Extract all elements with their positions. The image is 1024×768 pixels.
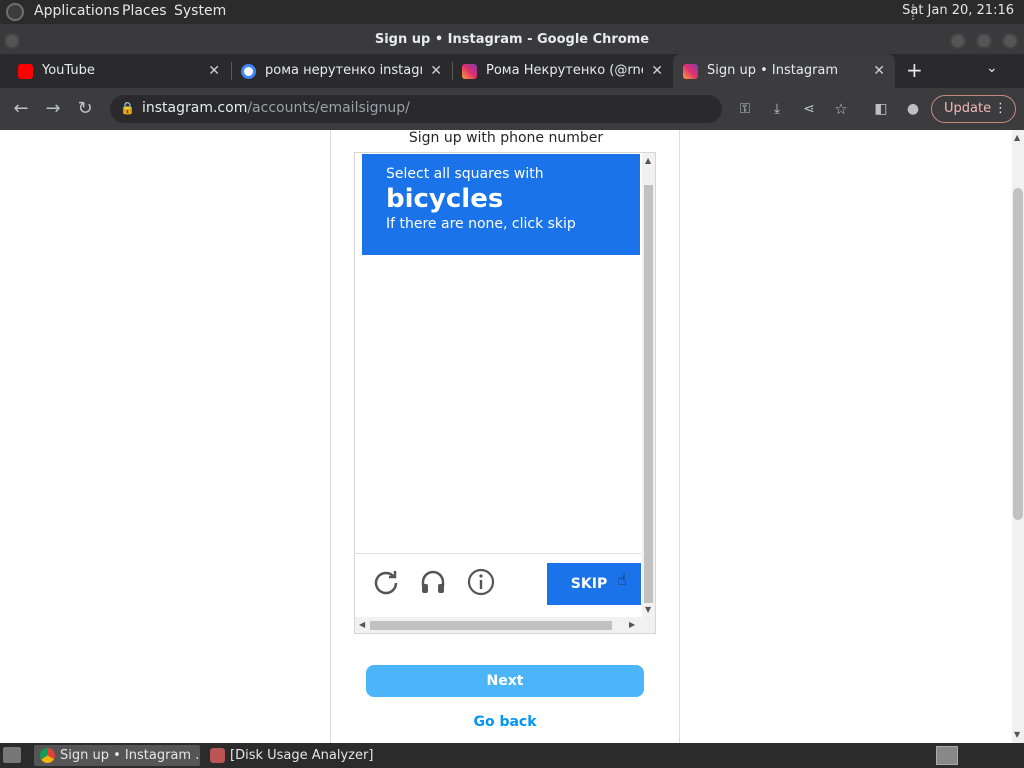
- page-viewport: Sign up with phone number Select all squ…: [0, 130, 1012, 743]
- close-tab-icon[interactable]: ✕: [208, 54, 220, 88]
- tab-label: рома нерутенко instagram: [265, 63, 422, 78]
- window-menu-icon[interactable]: [4, 33, 20, 49]
- page-vertical-scrollbar[interactable]: ▲ ▼: [1012, 130, 1024, 743]
- next-button[interactable]: Next: [366, 665, 644, 697]
- show-desktop-icon[interactable]: [3, 747, 21, 763]
- tab-label: YouTube: [42, 63, 95, 78]
- clock[interactable]: Sat Jan 20, 21:16: [902, 3, 1014, 18]
- reload-icon[interactable]: ↻: [72, 96, 98, 122]
- update-button[interactable]: Update ⋮: [931, 95, 1016, 123]
- scroll-left-icon[interactable]: ◀: [359, 620, 365, 629]
- taskbar-item-chrome[interactable]: Sign up • Instagram ...: [34, 745, 200, 766]
- key-icon[interactable]: ⚿: [732, 96, 758, 122]
- captcha-target: bicycles: [386, 184, 504, 214]
- go-back-link[interactable]: Go back: [366, 714, 644, 730]
- close-window-icon[interactable]: [1002, 33, 1018, 49]
- side-panel-icon[interactable]: ◧: [868, 96, 894, 122]
- youtube-icon: [18, 64, 33, 79]
- back-icon[interactable]: ←: [8, 96, 34, 122]
- chrome-icon: [40, 748, 55, 763]
- install-icon[interactable]: ⤓: [764, 96, 790, 122]
- info-icon[interactable]: [467, 568, 495, 596]
- captcha-divider: [355, 553, 641, 554]
- taskbar-item-label: [Disk Usage Analyzer]: [230, 748, 374, 763]
- kebab-menu-icon[interactable]: ⋮: [994, 96, 1007, 122]
- url-text[interactable]: instagram.com/accounts/emailsignup/: [142, 100, 410, 116]
- lock-icon[interactable]: 🔒: [120, 101, 135, 115]
- update-label: Update: [944, 101, 992, 116]
- captcha-header: Select all squares with bicycles If ther…: [362, 154, 640, 255]
- google-icon: [241, 64, 256, 79]
- captcha-instruction: Select all squares with: [386, 166, 544, 182]
- tab-divider: [452, 62, 453, 80]
- skip-button[interactable]: SKIP: [547, 563, 641, 605]
- tab-label: Sign up • Instagram: [707, 63, 839, 78]
- profile-avatar-icon[interactable]: ●: [900, 96, 926, 122]
- menu-applications[interactable]: Applications: [34, 3, 120, 19]
- forward-icon[interactable]: →: [40, 96, 66, 122]
- scroll-right-icon[interactable]: ▶: [629, 620, 635, 629]
- tab-instagram-profile[interactable]: Рома Некрутенко (@rnekr ✕: [452, 54, 673, 88]
- tab-divider: [231, 62, 232, 80]
- instagram-icon: [462, 64, 477, 79]
- share-icon[interactable]: ⋖: [796, 96, 822, 122]
- cursor-hand-icon: ☝: [617, 570, 627, 589]
- captcha-vertical-scrollbar[interactable]: ▲ ▼: [642, 153, 655, 617]
- menu-places[interactable]: Places: [122, 3, 167, 19]
- tab-instagram-signup[interactable]: Sign up • Instagram ✕: [673, 54, 895, 88]
- tab-youtube[interactable]: YouTube ✕: [8, 54, 230, 88]
- close-tab-icon[interactable]: ✕: [873, 54, 885, 88]
- menu-system[interactable]: System: [174, 3, 226, 19]
- scrollbar-thumb[interactable]: [644, 185, 653, 603]
- scrollbar-thumb[interactable]: [1013, 188, 1023, 520]
- captcha-frame: Select all squares with bicycles If ther…: [354, 152, 656, 634]
- instagram-icon: [683, 64, 698, 79]
- taskbar-item-disk-usage[interactable]: [Disk Usage Analyzer]: [204, 745, 404, 766]
- captcha-horizontal-scrollbar[interactable]: ◀ ▶: [355, 617, 655, 633]
- signup-with-phone-link[interactable]: Sign up with phone number: [0, 130, 1012, 146]
- close-tab-icon[interactable]: ✕: [430, 54, 442, 88]
- close-tab-icon[interactable]: ✕: [651, 54, 663, 88]
- maximize-icon[interactable]: [976, 33, 992, 49]
- reload-challenge-icon[interactable]: [372, 568, 400, 596]
- tab-google-search[interactable]: рома нерутенко instagram ✕: [231, 54, 452, 88]
- scrollbar-thumb[interactable]: [370, 621, 612, 630]
- captcha-hint: If there are none, click skip: [386, 216, 576, 232]
- audio-challenge-icon[interactable]: [419, 568, 447, 596]
- window-title: Sign up • Instagram - Google Chrome: [374, 32, 650, 47]
- bottom-taskbar: Sign up • Instagram ... [Disk Usage Anal…: [0, 743, 1024, 768]
- bookmark-star-icon[interactable]: ☆: [828, 96, 854, 122]
- url-path: /accounts/emailsignup/: [247, 100, 410, 116]
- tab-strip: YouTube ✕ рома нерутенко instagram ✕ Ром…: [0, 54, 1024, 88]
- distro-logo-icon[interactable]: [6, 3, 24, 21]
- minimize-icon[interactable]: [950, 33, 966, 49]
- taskbar-item-label: Sign up • Instagram ...: [60, 748, 200, 763]
- scroll-up-icon[interactable]: ▲: [645, 156, 651, 165]
- workspace-switcher-icon[interactable]: [936, 746, 958, 765]
- disk-usage-icon: [210, 748, 225, 763]
- tab-search-chevron-icon[interactable]: ⌄: [986, 60, 998, 76]
- system-top-panel: Applications Places System Sat Jan 20, 2…: [0, 0, 1024, 24]
- scroll-up-icon[interactable]: ▲: [1014, 133, 1020, 142]
- scroll-down-icon[interactable]: ▼: [645, 605, 651, 614]
- url-domain: instagram.com: [142, 100, 248, 116]
- window-title-bar[interactable]: Sign up • Instagram - Google Chrome: [0, 24, 1024, 54]
- tab-label: Рома Некрутенко (@rnekr: [486, 63, 643, 78]
- new-tab-button[interactable]: +: [906, 58, 923, 82]
- scroll-down-icon[interactable]: ▼: [1014, 730, 1020, 739]
